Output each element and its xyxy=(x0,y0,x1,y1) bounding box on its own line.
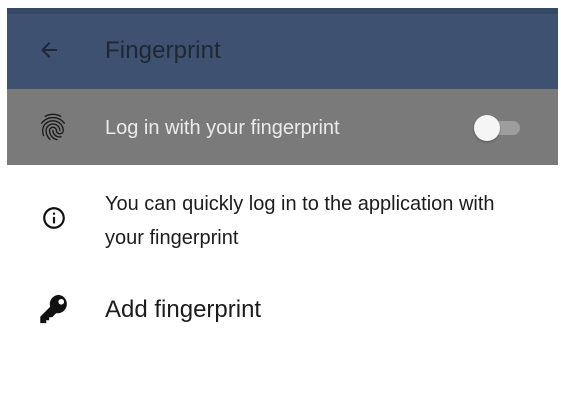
left-edge xyxy=(0,8,7,398)
content-area: You can quickly log in to the applicatio… xyxy=(7,165,558,398)
add-fingerprint-item[interactable]: Add fingerprint xyxy=(7,275,558,339)
fingerprint-login-switch[interactable] xyxy=(474,115,522,141)
fingerprint-icon xyxy=(40,113,65,141)
app-bar: Fingerprint xyxy=(7,8,558,89)
arrow-left-icon xyxy=(41,42,57,58)
switch-thumb xyxy=(474,115,500,141)
info-icon xyxy=(43,207,65,229)
page-title: Fingerprint xyxy=(105,37,221,64)
key-icon xyxy=(40,294,67,324)
fingerprint-login-label: Log in with your fingerprint xyxy=(105,117,340,139)
back-button[interactable] xyxy=(33,34,65,66)
fingerprint-login-row[interactable]: Log in with your fingerprint xyxy=(7,89,558,165)
fingerprint-settings-screen: Fingerprint Log in with your fingerprint… xyxy=(0,0,561,398)
top-edge xyxy=(0,0,561,8)
add-fingerprint-label: Add fingerprint xyxy=(105,296,262,323)
info-text: You can quickly log in to the applicatio… xyxy=(105,193,495,249)
